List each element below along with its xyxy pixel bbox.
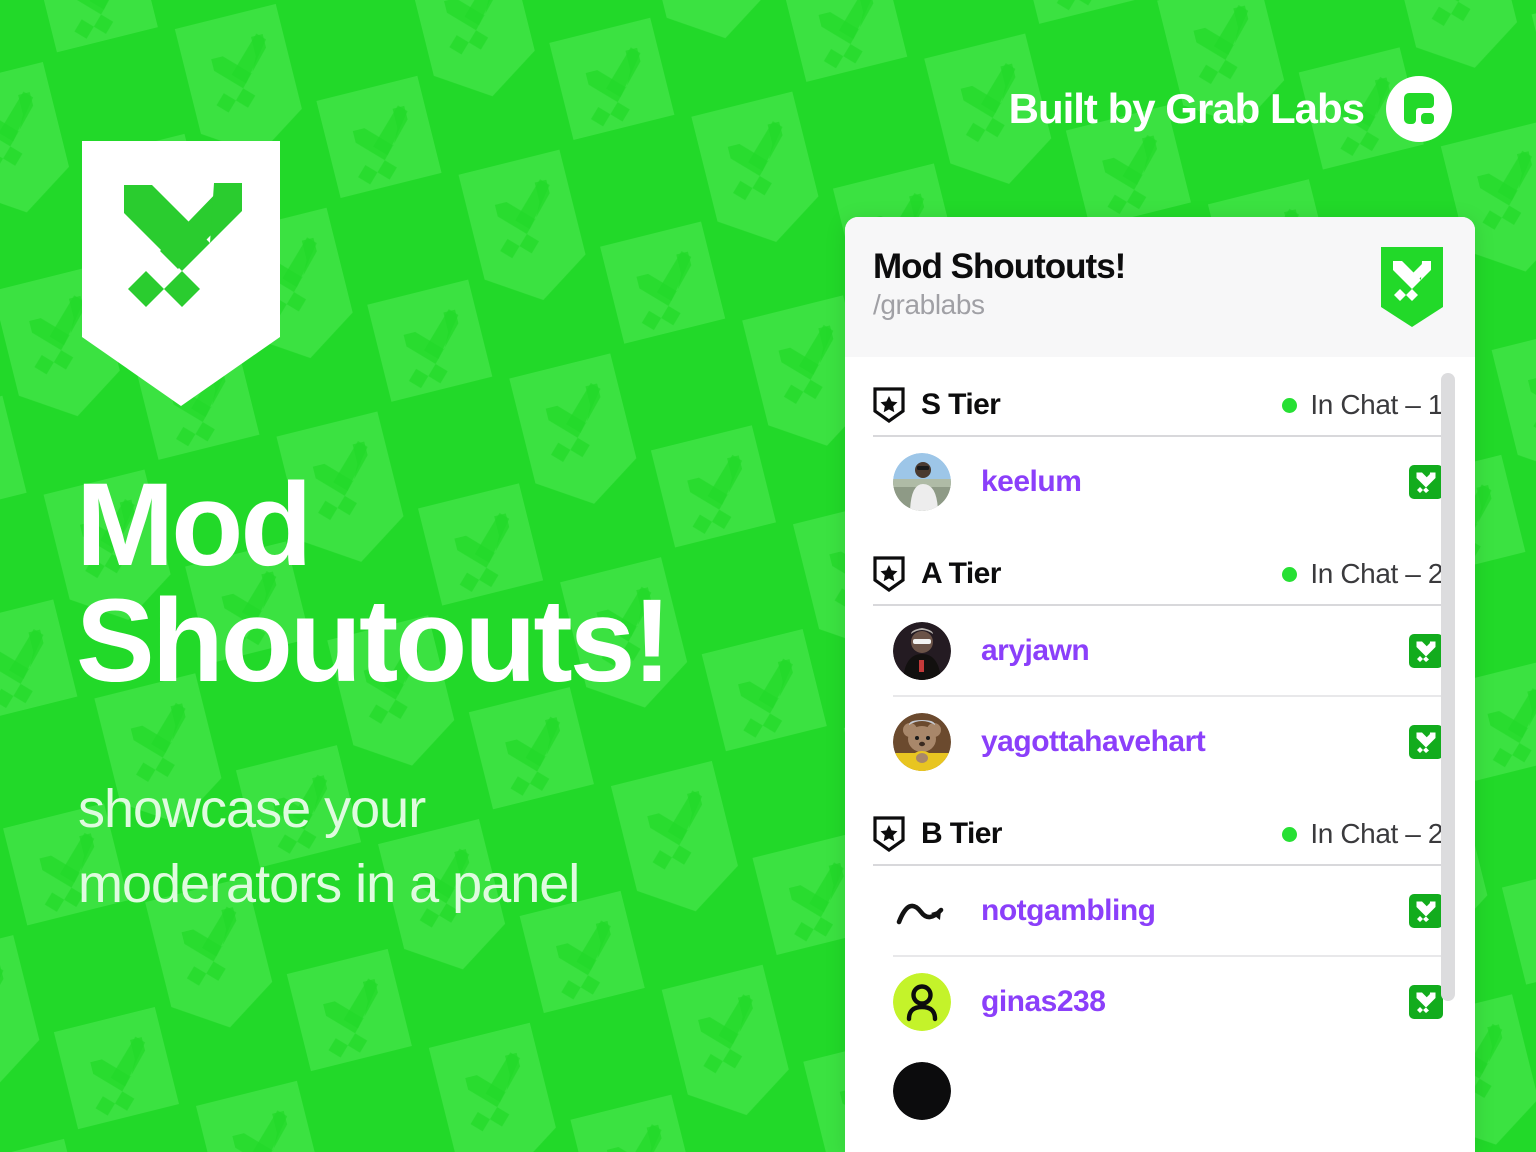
avatar-photo-outdoor xyxy=(893,452,951,511)
avatar xyxy=(893,621,951,680)
avatar-photo-mascot xyxy=(893,712,951,771)
sword-badge-icon[interactable] xyxy=(1409,464,1443,499)
tier-status: In Chat – 1 xyxy=(1282,389,1443,421)
list-item[interactable] xyxy=(845,1046,1475,1135)
avatar-photo-dark xyxy=(893,621,951,680)
built-by-badge: Built by Grab Labs xyxy=(1009,76,1452,142)
status-dot-icon xyxy=(1282,397,1298,413)
grab-labs-logo xyxy=(1386,76,1452,142)
shield-sword-icon xyxy=(82,141,280,406)
avatar-line-drawing xyxy=(896,903,944,924)
sword-badge-icon[interactable] xyxy=(1409,633,1443,668)
tier-name-label: S Tier xyxy=(921,388,1001,421)
panel-title: Mod Shoutouts! xyxy=(873,247,1126,286)
tier-status-label: In Chat – 2 xyxy=(1310,558,1443,589)
tier-name-label: B Tier xyxy=(921,817,1002,850)
shield-star-icon xyxy=(873,387,905,423)
status-dot-icon xyxy=(1282,826,1298,842)
avatar xyxy=(893,972,951,1031)
list-item[interactable]: ginas238 xyxy=(845,957,1475,1046)
shield-star-icon xyxy=(873,816,905,852)
tier-name-label: A Tier xyxy=(921,557,1001,590)
promo-graphic: Mod Shoutouts! showcase your moderators … xyxy=(0,0,1536,1152)
list-item[interactable]: aryjawn xyxy=(845,606,1475,695)
list-item[interactable]: keelum xyxy=(845,437,1475,526)
sword-icon xyxy=(1416,992,1436,1013)
tier-status: In Chat – 2 xyxy=(1282,818,1443,850)
avatar xyxy=(893,712,951,771)
page-title: Mod Shoutouts! xyxy=(76,459,836,707)
tier-header-b: B Tier In Chat – 2 xyxy=(845,804,1475,864)
hero-subtitle-line-2: moderators in a panel xyxy=(78,853,580,914)
sword-icon xyxy=(1416,641,1436,662)
hero-subtitle: showcase your moderators in a panel xyxy=(78,772,818,921)
sword-badge-icon[interactable] xyxy=(1409,893,1443,928)
avatar xyxy=(893,1061,951,1120)
avatar xyxy=(893,452,951,511)
username-label[interactable]: yagottahavehart xyxy=(981,725,1206,759)
sword-icon xyxy=(1416,732,1436,753)
username-label[interactable]: ginas238 xyxy=(981,985,1106,1019)
tier-header-a: A Tier In Chat – 2 xyxy=(845,544,1475,604)
shield-sword-icon xyxy=(1381,247,1443,327)
username-label[interactable]: keelum xyxy=(981,465,1082,499)
panel-header: Mod Shoutouts! /grablabs xyxy=(845,217,1475,357)
tier-status-label: In Chat – 1 xyxy=(1310,389,1443,420)
hero-subtitle-line-1: showcase your xyxy=(78,779,426,839)
avatar-photo-dark xyxy=(893,1061,951,1120)
sword-badge-icon[interactable] xyxy=(1409,984,1443,1019)
hero-title-line-1: Mod xyxy=(76,459,312,591)
list-item[interactable]: notgambling xyxy=(845,866,1475,955)
avatar-lime-person xyxy=(893,972,951,1031)
tier-header-s: S Tier In Chat – 1 xyxy=(845,375,1475,435)
shield-star-icon xyxy=(873,556,905,592)
hero-section: Mod Shoutouts! showcase your moderators … xyxy=(0,0,845,1152)
status-dot-icon xyxy=(1282,566,1298,582)
mod-shoutouts-panel: Mod Shoutouts! /grablabs S Tier In Chat … xyxy=(845,217,1475,1152)
username-label[interactable]: notgambling xyxy=(981,894,1156,928)
sword-icon xyxy=(1416,901,1436,922)
avatar xyxy=(893,882,951,940)
grab-labs-mark-icon xyxy=(1404,93,1434,124)
sword-icon xyxy=(1416,472,1436,493)
sword-badge-icon[interactable] xyxy=(1409,724,1443,759)
built-by-label: Built by Grab Labs xyxy=(1008,85,1365,132)
panel-body[interactable]: S Tier In Chat – 1 keelum A Tier In Chat… xyxy=(845,373,1475,1152)
hero-title-line-2: Shoutouts! xyxy=(76,574,672,707)
tier-status: In Chat – 2 xyxy=(1282,558,1443,590)
tier-status-label: In Chat – 2 xyxy=(1310,818,1443,849)
list-item[interactable]: yagottahavehart xyxy=(845,697,1475,786)
panel-channel-handle: /grablabs xyxy=(873,289,985,321)
username-label[interactable]: aryjawn xyxy=(981,634,1090,668)
